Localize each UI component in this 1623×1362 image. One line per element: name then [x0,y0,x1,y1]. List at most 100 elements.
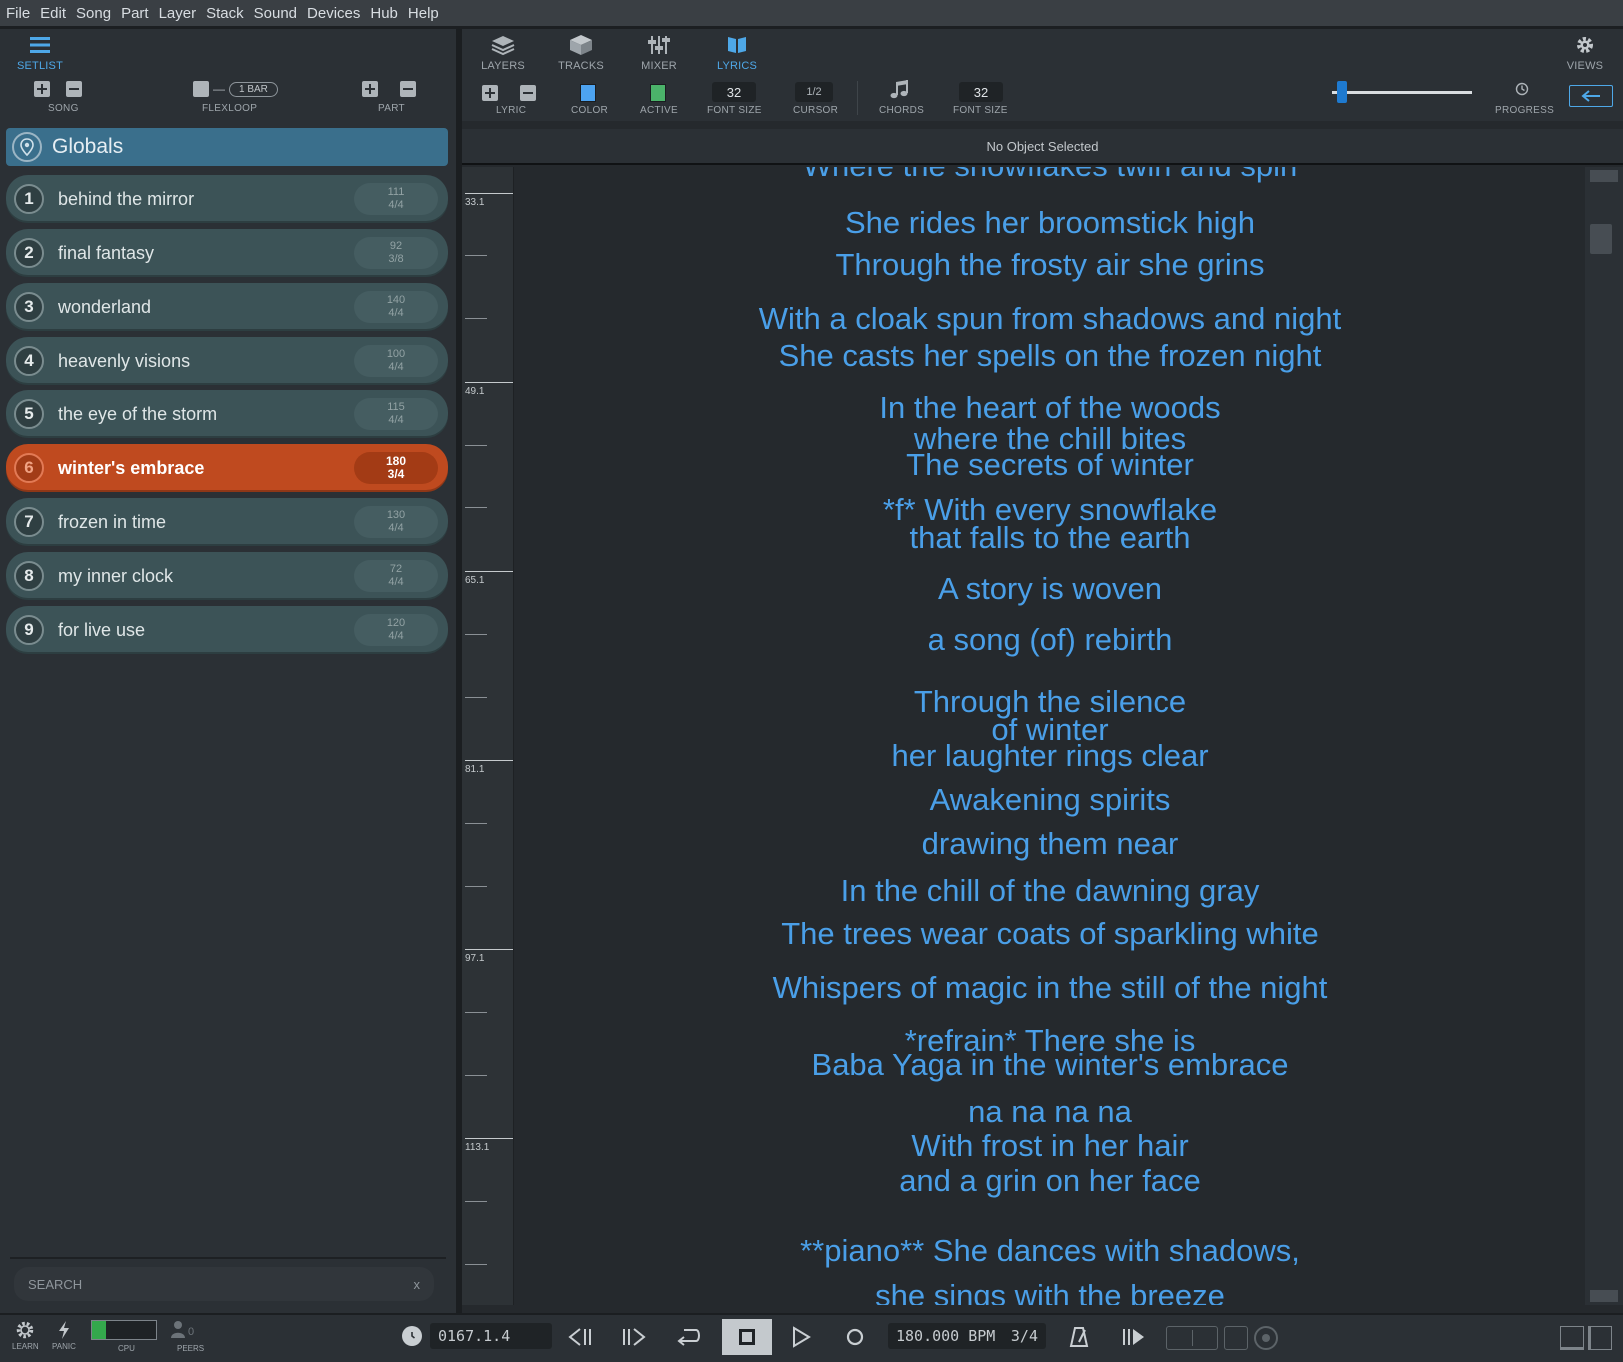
music-note-icon[interactable] [889,80,911,105]
clock-source-icon[interactable] [402,1326,422,1346]
ruler-minor-tick [465,1012,487,1013]
stop-button[interactable] [722,1319,772,1355]
lyrics-scrollbar[interactable] [1585,167,1623,1305]
learn-button[interactable]: LEARN [12,1320,39,1351]
song-number: 4 [14,346,44,376]
tab-mixer[interactable]: MIXER [634,33,684,72]
search-input[interactable]: SEARCH x [14,1267,434,1301]
lyric-line[interactable]: her laughter rings clear [515,739,1585,773]
lyric-line[interactable]: In the heart of the woods [515,391,1585,425]
menu-devices[interactable]: Devices [305,5,368,22]
menu-sound[interactable]: Sound [252,5,305,22]
clock-icon[interactable] [1515,82,1529,101]
scroll-thumb[interactable] [1590,224,1612,254]
lyric-line[interactable]: The secrets of winter [515,448,1585,482]
lyric-line[interactable]: na na na na [515,1095,1585,1129]
setlist-tab[interactable]: SETLIST [14,33,66,72]
position-display[interactable]: 0167.1.4 [430,1323,552,1349]
lyric-line[interactable]: Baba Yaga in the winter's embrace [515,1048,1585,1082]
remove-lyric-button[interactable] [520,85,536,101]
sync-dot-icon [1262,1334,1270,1342]
menu-file[interactable]: File [4,5,38,22]
lyric-line[interactable]: Through the frosty air she grins [515,248,1585,282]
lyric-line[interactable]: In the chill of the dawning gray [515,874,1585,908]
peers-indicator[interactable]: 0 [170,1320,194,1338]
layout-toggle-a[interactable] [1166,1326,1218,1350]
bar-ruler[interactable]: 33.1 49.1 65.1 81.1 97.1 113.1 [462,167,514,1305]
song-row[interactable]: 3 wonderland 140 4/4 [6,283,448,331]
scroll-up-button[interactable] [1590,170,1618,182]
views-button[interactable]: VIEWS [1560,33,1610,72]
lyric-line[interactable]: With frost in her hair [515,1129,1585,1163]
zoom-slider-track[interactable] [1332,91,1472,94]
menu-layer[interactable]: Layer [157,5,205,22]
add-song-button[interactable] [34,81,50,97]
menu-song[interactable]: Song [74,5,119,22]
add-part-button[interactable] [362,81,378,97]
menu-hub[interactable]: Hub [368,5,406,22]
layout-toggle-b[interactable] [1224,1326,1248,1350]
menu-help[interactable]: Help [406,5,447,22]
lyric-line[interactable]: a song (of) rebirth [515,623,1585,657]
lyric-line[interactable]: She rides her broomstick high [515,206,1585,240]
flexloop-value[interactable]: 1 BAR [229,81,278,97]
metronome-icon [1069,1327,1089,1347]
flexloop-icon[interactable] [193,81,209,97]
panel-right-toggle[interactable] [1588,1326,1612,1350]
menu-part[interactable]: Part [119,5,157,22]
lyric-line[interactable]: She casts her spells on the frozen night [515,339,1585,373]
play-button[interactable] [786,1323,816,1351]
panic-button[interactable]: PANIC [52,1320,76,1351]
lyric-line[interactable]: and a grin on her face [515,1164,1585,1198]
tab-layers[interactable]: LAYERS [478,33,528,72]
panel-left-toggle[interactable] [1560,1326,1584,1350]
back-button[interactable] [1569,85,1613,107]
add-lyric-button[interactable] [482,85,498,101]
song-row-active[interactable]: 6 winter's embrace 180 3/4 [6,444,448,492]
lyric-line[interactable]: she sings with the breeze [515,1279,1585,1306]
cursor-field[interactable]: 1/2 [795,82,833,102]
next-part-button[interactable] [618,1323,648,1351]
remove-part-button[interactable] [400,81,416,97]
clear-search-button[interactable]: x [414,1277,421,1292]
lyric-line[interactable]: The trees wear coats of sparkling white [515,917,1585,951]
lyric-line[interactable]: Where the snowflakes twirl and spin [515,167,1585,183]
active-swatch[interactable] [650,84,666,102]
song-row[interactable]: 8 my inner clock 72 4/4 [6,552,448,600]
chords-font-size-field[interactable]: 32 [959,82,1003,102]
song-row[interactable]: 5 the eye of the storm 115 4/4 [6,390,448,438]
song-row[interactable]: 7 frozen in time 130 4/4 [6,498,448,546]
metronome-button[interactable] [1064,1323,1094,1351]
previous-part-button[interactable] [566,1323,596,1351]
globals-row[interactable]: Globals [6,128,448,166]
cube-icon [569,33,593,57]
zoom-slider-handle[interactable] [1337,81,1347,103]
lyric-line[interactable]: Awakening spirits [515,783,1585,817]
loop-button[interactable] [674,1323,704,1351]
sync-indicator[interactable] [1254,1326,1278,1350]
song-row[interactable]: 1 behind the mirror 111 4/4 [6,175,448,223]
song-row[interactable]: 9 for live use 120 4/4 [6,606,448,654]
menu-edit[interactable]: Edit [38,5,74,22]
lyric-line[interactable]: drawing them near [515,827,1585,861]
tempo-display[interactable]: 180.000 BPM 3/4 [888,1323,1046,1349]
song-row[interactable]: 2 final fantasy 92 3/8 [6,229,448,277]
color-swatch[interactable] [580,84,596,102]
tab-lyrics[interactable]: LYRICS [712,33,762,72]
scroll-down-button[interactable] [1590,1290,1618,1302]
next-song-button[interactable] [1118,1323,1148,1351]
lyric-line[interactable]: **piano** She dances with shadows, [515,1234,1585,1268]
font-size-field[interactable]: 32 [712,82,756,102]
cursor-label: CURSOR [793,105,839,116]
song-row[interactable]: 4 heavenly visions 100 4/4 [6,337,448,385]
lyrics-view[interactable]: Where the snowflakes twirl and spin She … [515,167,1585,1305]
record-button[interactable] [840,1323,870,1351]
lyric-line[interactable]: With a cloak spun from shadows and night [515,302,1585,336]
remove-song-button[interactable] [66,81,82,97]
lyric-line[interactable]: Whispers of magic in the still of the ni… [515,971,1585,1005]
lyric-line[interactable]: that falls to the earth [515,521,1585,555]
ruler-minor-tick [465,697,487,698]
tab-tracks[interactable]: TRACKS [556,33,606,72]
menu-stack[interactable]: Stack [204,5,252,22]
lyric-line[interactable]: A story is woven [515,572,1585,606]
